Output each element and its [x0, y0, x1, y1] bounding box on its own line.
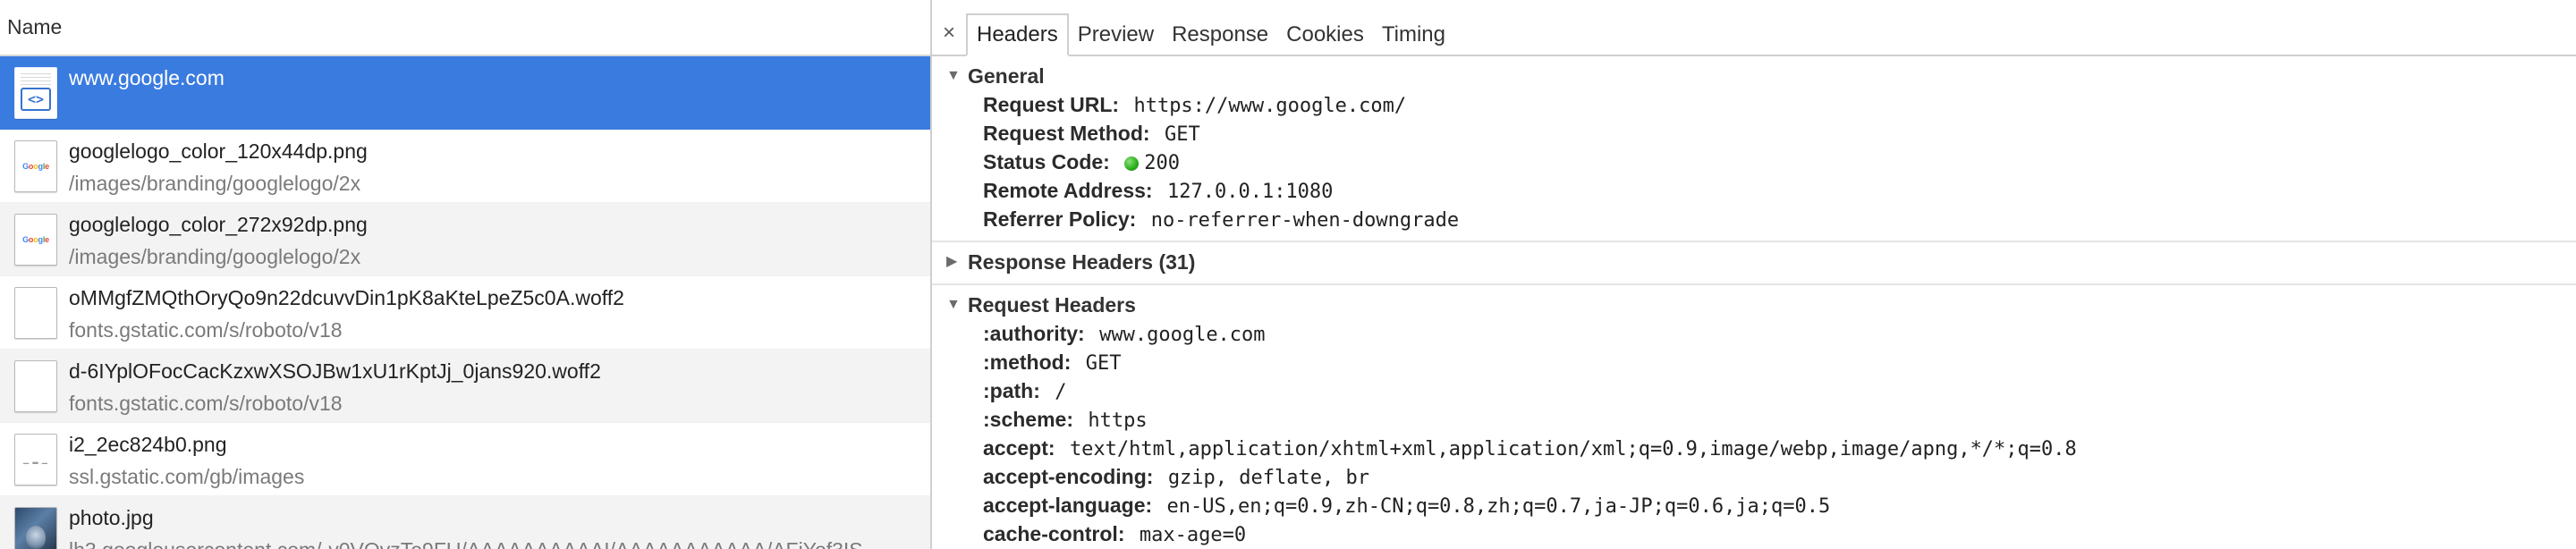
request-url-label: Request URL: — [983, 93, 1120, 116]
response-headers-title: Response Headers (31) — [968, 250, 1196, 274]
request-name: oMMgfZMQthOryQo9n22dcuvvDin1pK8aKteLpeZ5… — [69, 286, 624, 309]
header-key: accept-encoding: — [983, 465, 1154, 488]
tab-headers[interactable]: Headers — [966, 13, 1069, 56]
request-method-value: GET — [1164, 123, 1200, 146]
header-key: :method: — [983, 351, 1072, 374]
request-row[interactable]: Google googlelogo_color_120x44dp.png /im… — [0, 130, 930, 203]
header-key: accept: — [983, 436, 1055, 460]
photo-thumbnail-icon — [14, 507, 57, 549]
response-headers-toggle[interactable]: ▶ Response Headers (31) — [932, 248, 2576, 276]
headers-view: ▼ General Request URL: https://www.googl… — [932, 56, 2576, 549]
caret-down-icon: ▼ — [946, 68, 961, 83]
request-path: fonts.gstatic.com/s/roboto/v18 — [69, 318, 343, 342]
header-row: accept-language: en-US,en;q=0.9,zh-CN;q=… — [932, 491, 2576, 519]
request-name: googlelogo_color_272x92dp.png — [69, 213, 368, 236]
header-value: en-US,en;q=0.9,zh-CN;q=0.8,zh;q=0.7,ja-J… — [1166, 495, 1831, 518]
header-value: www.google.com — [1099, 324, 1266, 346]
general-section-title: General — [968, 64, 1045, 88]
referrer-policy-value: no-referrer-when-downgrade — [1150, 209, 1460, 232]
request-url-value: https://www.google.com/ — [1133, 95, 1407, 117]
header-value: max-age=0 — [1139, 524, 1247, 546]
tab-response[interactable]: Response — [1163, 13, 1277, 56]
header-row: :path: / — [932, 376, 2576, 405]
request-row[interactable]: ▁ ▂ ▁ i2_2ec824b0.png ssl.gstatic.com/gb… — [0, 423, 930, 496]
request-name: photo.jpg — [69, 506, 154, 529]
close-icon[interactable]: × — [937, 12, 961, 55]
header-value: text/html,application/xhtml+xml,applicat… — [1069, 438, 2077, 460]
request-list-panel: Name <> www.google.com Google googlelogo… — [0, 0, 932, 549]
google-logo-image-icon: Google — [14, 140, 57, 192]
caret-down-icon: ▼ — [946, 297, 961, 312]
blank-file-icon — [14, 287, 57, 339]
request-row[interactable]: oMMgfZMQthOryQo9n22dcuvvDin1pK8aKteLpeZ5… — [0, 276, 930, 350]
header-row: :authority: www.google.com — [932, 319, 2576, 348]
request-path: fonts.gstatic.com/s/roboto/v18 — [69, 392, 343, 415]
tab-timing[interactable]: Timing — [1373, 13, 1454, 56]
header-row: accept: text/html,application/xhtml+xml,… — [932, 434, 2576, 462]
tab-cookies[interactable]: Cookies — [1277, 13, 1373, 56]
status-code-row: Status Code: 200 — [932, 148, 2576, 176]
header-row: cache-control: max-age=0 — [932, 519, 2576, 548]
request-row[interactable]: photo.jpg lh3.googleusercontent.com/-v0V… — [0, 496, 930, 549]
blank-file-icon — [14, 360, 57, 412]
request-method-row: Request Method: GET — [932, 119, 2576, 148]
request-path: ssl.gstatic.com/gb/images — [69, 465, 305, 488]
image-file-icon: ▁ ▂ ▁ — [14, 434, 57, 486]
request-row[interactable]: d-6IYplOFocCacKzxwXSOJBw1xU1rKptJj_0jans… — [0, 350, 930, 423]
status-code-value: 200 — [1144, 152, 1180, 174]
request-path: lh3.googleusercontent.com/-v0VQvzTo9FU/A… — [69, 536, 923, 549]
header-row: :scheme: https — [932, 405, 2576, 434]
response-headers-section: ▶ Response Headers (31) — [932, 248, 2576, 285]
header-key: :authority: — [983, 322, 1085, 345]
header-value: GET — [1085, 352, 1122, 375]
status-code-label: Status Code: — [983, 150, 1110, 173]
request-list: <> www.google.com Google googlelogo_colo… — [0, 56, 930, 549]
request-path: /images/branding/googlelogo/2x — [69, 172, 361, 195]
status-ok-icon — [1124, 156, 1140, 171]
remote-address-value: 127.0.0.1:1080 — [1166, 181, 1334, 203]
request-details-panel: × Headers Preview Response Cookies Timin… — [932, 0, 2576, 549]
request-row[interactable]: <> www.google.com — [0, 56, 930, 130]
request-row[interactable]: Google googlelogo_color_272x92dp.png /im… — [0, 203, 930, 276]
name-column-header[interactable]: Name — [0, 0, 930, 56]
request-headers-toggle[interactable]: ▼ Request Headers — [932, 291, 2576, 319]
header-key: accept-language: — [983, 494, 1153, 517]
header-row: :method: GET — [932, 348, 2576, 376]
request-name: i2_2ec824b0.png — [69, 433, 227, 456]
general-section-toggle[interactable]: ▼ General — [932, 62, 2576, 90]
request-name: d-6IYplOFocCacKzxwXSOJBw1xU1rKptJj_0jans… — [69, 359, 601, 383]
details-tabbar: × Headers Preview Response Cookies Timin… — [932, 0, 2576, 56]
remote-address-label: Remote Address: — [983, 179, 1153, 202]
general-section: ▼ General Request URL: https://www.googl… — [932, 62, 2576, 242]
referrer-policy-row: Referrer Policy: no-referrer-when-downgr… — [932, 205, 2576, 233]
request-name: googlelogo_color_120x44dp.png — [69, 139, 368, 163]
request-path: /images/branding/googlelogo/2x — [69, 245, 361, 268]
caret-right-icon: ▶ — [946, 254, 958, 269]
referrer-policy-label: Referrer Policy: — [983, 207, 1137, 231]
remote-address-row: Remote Address: 127.0.0.1:1080 — [932, 176, 2576, 205]
document-html-icon: <> — [14, 67, 57, 119]
network-inspector: Name <> www.google.com Google googlelogo… — [0, 0, 2576, 549]
request-name: www.google.com — [69, 66, 225, 89]
request-headers-title: Request Headers — [968, 293, 1136, 317]
header-value: https — [1088, 410, 1148, 432]
header-row: accept-encoding: gzip, deflate, br — [932, 462, 2576, 491]
request-headers-section: ▼ Request Headers :authority: www.google… — [932, 291, 2576, 549]
header-key: :scheme: — [983, 408, 1073, 431]
header-key: cache-control: — [983, 522, 1125, 545]
request-method-label: Request Method: — [983, 122, 1150, 145]
google-logo-image-icon: Google — [14, 214, 57, 266]
header-value: gzip, deflate, br — [1167, 467, 1369, 489]
header-key: :path: — [983, 379, 1040, 402]
tab-preview[interactable]: Preview — [1069, 13, 1163, 56]
name-column-label: Name — [7, 15, 63, 38]
header-value: / — [1055, 381, 1067, 403]
request-url-row: Request URL: https://www.google.com/ — [932, 90, 2576, 119]
